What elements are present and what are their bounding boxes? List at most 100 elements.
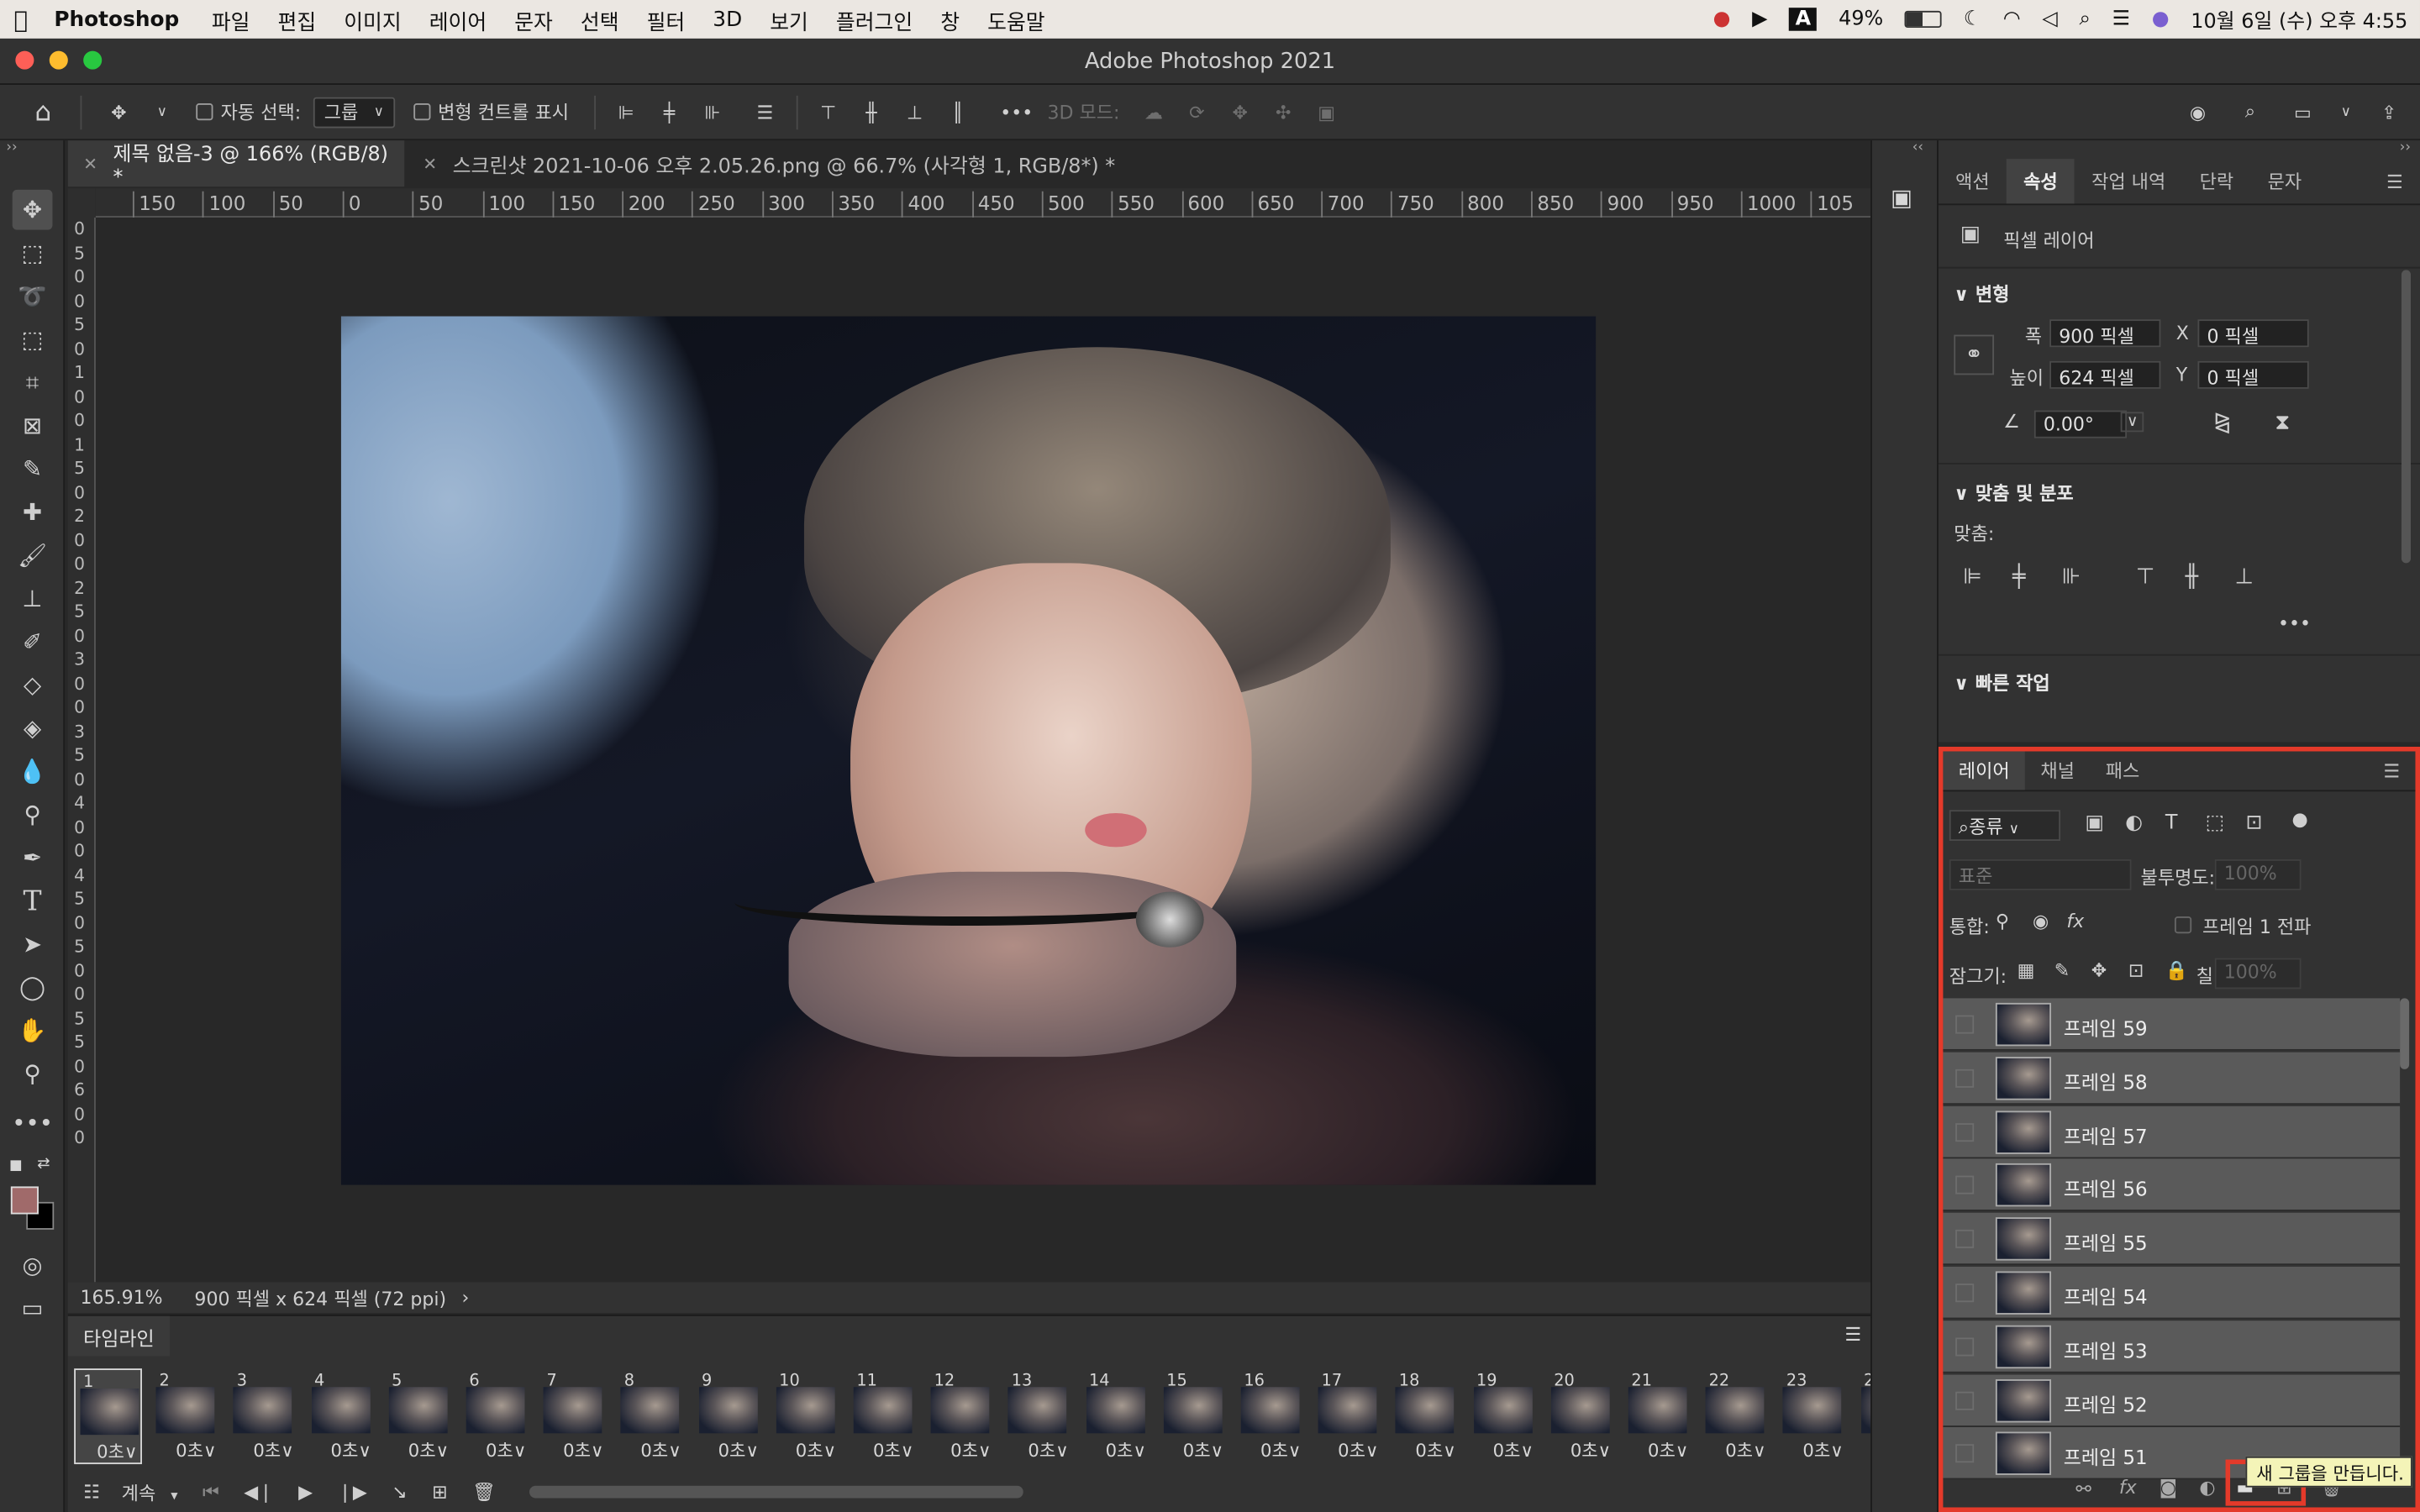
- layer-name[interactable]: 프레임 55: [2064, 1227, 2148, 1257]
- play-icon[interactable]: ▶: [1752, 8, 1767, 31]
- frame-delay[interactable]: 0초∨: [1493, 1438, 1534, 1462]
- blur-tool-icon[interactable]: 💧: [13, 751, 53, 791]
- collapse-icon[interactable]: ‹‹: [1912, 140, 1923, 155]
- timeline-scrollbar[interactable]: [529, 1485, 1024, 1499]
- screen-mode-icon[interactable]: ▭: [13, 1289, 53, 1329]
- layer-name[interactable]: 프레임 54: [2064, 1280, 2148, 1310]
- tab-character[interactable]: 문자: [2250, 159, 2318, 203]
- lock-pixels-icon[interactable]: ✎: [2054, 959, 2070, 981]
- layer-filter-dropdown[interactable]: ⌕종류 ∨: [1949, 810, 2061, 842]
- timeline-frame[interactable]: 4 0초∨: [307, 1368, 375, 1464]
- align-top-icon[interactable]: ⊤: [810, 93, 847, 130]
- layer-row[interactable]: 프레임 53: [1943, 1320, 2401, 1373]
- frame-delay[interactable]: 0초∨: [486, 1438, 526, 1462]
- frame-delay[interactable]: 0초∨: [950, 1438, 991, 1462]
- tab-actions[interactable]: 액션: [1939, 159, 2007, 203]
- frame-delay[interactable]: 0초∨: [1106, 1438, 1146, 1462]
- battery-icon[interactable]: [1904, 10, 1943, 29]
- tab-document-1[interactable]: ✕ 제목 없음-3 @ 166% (RGB/8) *: [67, 140, 405, 190]
- move-tool-preset-icon[interactable]: ✥: [100, 93, 137, 130]
- layer-row[interactable]: 프레임 52: [1943, 1373, 2401, 1427]
- flip-vertical-icon[interactable]: ⧗: [2275, 411, 2290, 435]
- chevron-right-icon[interactable]: ›: [461, 1287, 469, 1309]
- hand-tool-icon[interactable]: ✋: [13, 1011, 53, 1051]
- tab-paragraph[interactable]: 단락: [2182, 159, 2250, 203]
- panel-menu-icon[interactable]: ☰: [2370, 159, 2420, 203]
- x-field[interactable]: 0 픽셀: [2197, 319, 2309, 348]
- visibility-toggle[interactable]: [1955, 1122, 1975, 1142]
- transform-section-title[interactable]: ∨ 변형: [1954, 281, 2009, 307]
- layer-name[interactable]: 프레임 58: [2064, 1066, 2148, 1095]
- timeline-frame[interactable]: 17 0초∨: [1313, 1368, 1381, 1464]
- frame-delay[interactable]: 0초∨: [1028, 1438, 1068, 1462]
- lock-position-icon[interactable]: ✥: [2091, 959, 2107, 981]
- frame-delay[interactable]: 0초∨: [1570, 1438, 1611, 1462]
- add-style-icon[interactable]: fx: [2119, 1477, 2137, 1499]
- canvas-area[interactable]: [97, 217, 1842, 1283]
- type-tool-icon[interactable]: T: [13, 881, 53, 921]
- add-mask-icon[interactable]: ◙: [2160, 1477, 2177, 1499]
- healing-tool-icon[interactable]: ✚: [13, 492, 53, 533]
- moon-icon[interactable]: ☾: [1964, 8, 1981, 31]
- filter-smart-icon[interactable]: ⊡: [2245, 811, 2262, 835]
- align-bottom-icon[interactable]: ⊥: [2235, 564, 2254, 589]
- frame-delay[interactable]: 0초∨: [408, 1438, 449, 1462]
- share-icon[interactable]: ⇪: [2370, 93, 2407, 130]
- wifi-icon[interactable]: ◠: [2003, 8, 2021, 31]
- next-frame-icon[interactable]: ❘▶: [337, 1481, 366, 1503]
- menu-layer[interactable]: 레이어: [415, 4, 501, 35]
- input-source-badge[interactable]: A: [1789, 8, 1818, 31]
- siri-icon[interactable]: ●: [2152, 8, 2170, 31]
- menu-app[interactable]: Photoshop: [42, 7, 198, 31]
- path-select-icon[interactable]: ➤: [13, 924, 53, 964]
- swap-colors-icon[interactable]: ⇄: [37, 1156, 50, 1173]
- paint-bucket-icon[interactable]: ◈: [13, 708, 53, 748]
- eraser-tool-icon[interactable]: ◇: [13, 665, 53, 706]
- timeline-tab[interactable]: 타임라인: [67, 1315, 171, 1357]
- timeline-frame[interactable]: 20 0초∨: [1546, 1368, 1614, 1464]
- align-section-title[interactable]: ∨ 맞춤 및 분포: [1954, 480, 2073, 506]
- convert-timeline-icon[interactable]: ☷: [83, 1481, 100, 1503]
- link-layers-icon[interactable]: ⚯: [2075, 1478, 2091, 1500]
- more-options-icon[interactable]: •••: [998, 93, 1035, 130]
- first-frame-icon[interactable]: ⏮: [203, 1480, 219, 1504]
- tab-history[interactable]: 작업 내역: [2075, 159, 2183, 203]
- frame-delay[interactable]: 0초∨: [1415, 1438, 1455, 1462]
- visibility-toggle[interactable]: [1955, 1176, 1975, 1195]
- delete-frame-icon[interactable]: 🗑: [472, 1481, 496, 1503]
- history-brush-icon[interactable]: ✐: [13, 622, 53, 662]
- timeline-frame[interactable]: 15 0초∨: [1159, 1368, 1227, 1464]
- layer-name[interactable]: 프레임 56: [2064, 1173, 2148, 1203]
- height-field[interactable]: 624 픽셀: [2049, 360, 2161, 389]
- properties-scrollbar[interactable]: [2401, 270, 2411, 564]
- lock-all-icon[interactable]: 🔒: [2165, 959, 2188, 981]
- filter-adjustment-icon[interactable]: ◐: [2125, 811, 2143, 835]
- frame-delay[interactable]: 0초∨: [640, 1438, 681, 1462]
- loop-select[interactable]: 계속 ▾: [122, 1479, 178, 1505]
- frame-delay[interactable]: 0초∨: [1338, 1438, 1378, 1462]
- search-icon[interactable]: ⌕: [2232, 93, 2269, 130]
- layer-row[interactable]: 프레임 55: [1943, 1213, 2401, 1266]
- frame-delay[interactable]: 0초∨: [1725, 1438, 1765, 1462]
- frame-delay[interactable]: 0초∨: [253, 1438, 293, 1462]
- link-icon[interactable]: ⚭: [1954, 334, 1995, 375]
- quick-mask-icon[interactable]: ◎: [13, 1245, 53, 1285]
- align-vcenter-icon[interactable]: ╫: [2186, 564, 2198, 589]
- lock-transparent-icon[interactable]: ▦: [2018, 959, 2035, 981]
- zoom-tool-icon[interactable]: ⚲: [13, 1053, 53, 1094]
- brush-tool-icon[interactable]: 🖌: [13, 535, 53, 575]
- tab-channels[interactable]: 채널: [2025, 751, 2090, 790]
- align-right-icon[interactable]: ⊪: [2062, 564, 2081, 589]
- width-field[interactable]: 900 픽셀: [2049, 319, 2161, 348]
- timeline-frame[interactable]: 11 0초∨: [849, 1368, 917, 1464]
- edit-toolbar-icon[interactable]: •••: [12, 1103, 53, 1143]
- filter-shape-icon[interactable]: ⬚: [2206, 811, 2225, 835]
- prev-frame-icon[interactable]: ◀❘: [244, 1481, 273, 1503]
- align-left-icon[interactable]: ⊫: [1963, 564, 1981, 589]
- distribute-icon[interactable]: ☰: [746, 93, 783, 130]
- distribute-v-icon[interactable]: ║: [939, 93, 976, 130]
- menu-3d[interactable]: 3D: [699, 7, 756, 31]
- foreground-color-swatch[interactable]: [10, 1186, 39, 1215]
- timeline-frame[interactable]: 8 0초∨: [617, 1368, 685, 1464]
- flip-horizontal-icon[interactable]: ⧎: [2213, 411, 2232, 435]
